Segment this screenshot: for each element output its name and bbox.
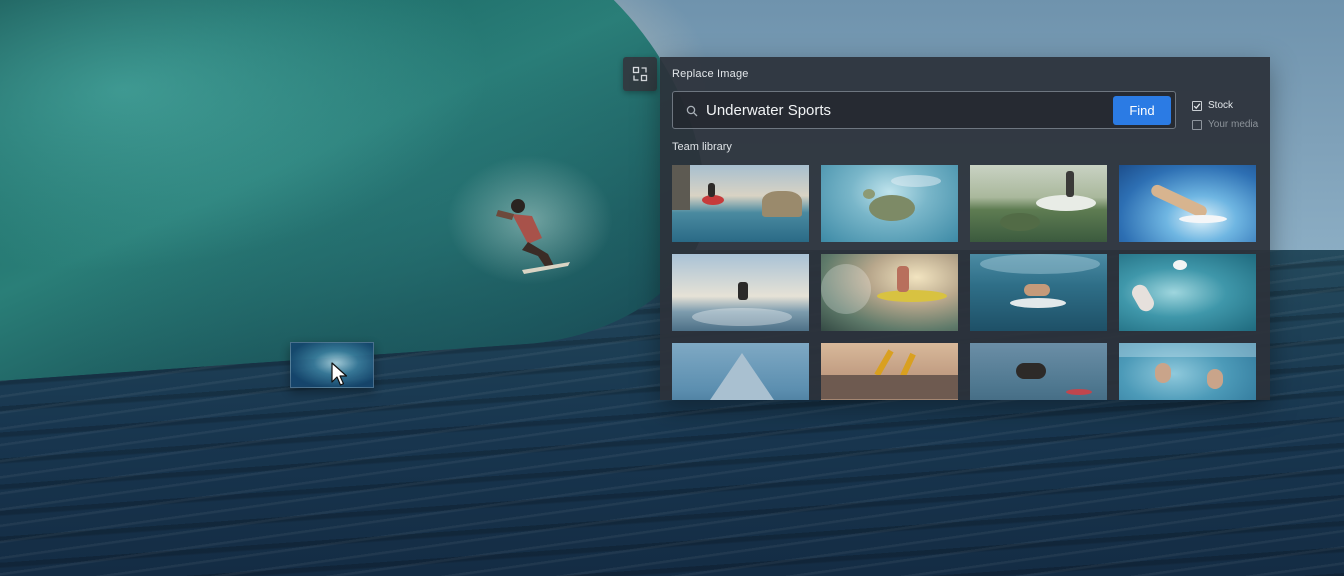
your-media-checkbox[interactable] — [1192, 119, 1202, 130]
thumbnail-sea-turtle-with-fish[interactable] — [821, 165, 958, 242]
check-icon — [1193, 102, 1201, 109]
surfer — [496, 199, 570, 274]
replace-image-icon — [632, 66, 648, 82]
thumbnail-diver-with-boat[interactable] — [970, 165, 1107, 242]
canvas: Replace Image Find Stock Your media — [0, 0, 1344, 576]
search-icon — [686, 105, 698, 117]
section-label: Team library — [672, 141, 732, 153]
replace-image-button[interactable] — [623, 57, 657, 91]
thumbnail-people-paddling-at-sunset[interactable] — [821, 343, 958, 400]
search-box[interactable]: Find — [672, 91, 1176, 129]
stock-checkbox[interactable] — [1192, 100, 1202, 111]
filter-your-media[interactable]: Your media — [1192, 115, 1258, 134]
thumbnail-kayak-in-sea-caves[interactable] — [672, 165, 809, 242]
filter-label: Your media — [1208, 119, 1259, 130]
thumbnail-kitesurfer-jumping[interactable] — [672, 254, 809, 331]
search-input[interactable] — [706, 98, 1076, 122]
filter-stock[interactable]: Stock — [1192, 96, 1258, 115]
thumbnail-kayaker-in-splash[interactable] — [821, 254, 958, 331]
thumbnail-dog-on-surfboard[interactable] — [970, 343, 1107, 400]
image-grid — [672, 165, 1258, 400]
cursor-icon — [331, 362, 348, 386]
find-button[interactable]: Find — [1113, 96, 1171, 125]
thumbnail-family-swimming-underwater[interactable] — [1119, 343, 1256, 400]
filter-label: Stock — [1208, 100, 1234, 111]
thumbnail-surfer-from-above[interactable] — [1119, 254, 1256, 331]
thumbnail-swimmer-diving-under-wave[interactable] — [1119, 165, 1256, 242]
replace-image-panel: Replace Image Find Stock Your media — [660, 57, 1270, 400]
source-filters: Stock Your media — [1192, 96, 1258, 134]
panel-title: Replace Image — [672, 68, 749, 80]
thumbnail-boat-bow[interactable] — [672, 343, 809, 400]
thumbnail-surfer-underwater[interactable] — [970, 254, 1107, 331]
